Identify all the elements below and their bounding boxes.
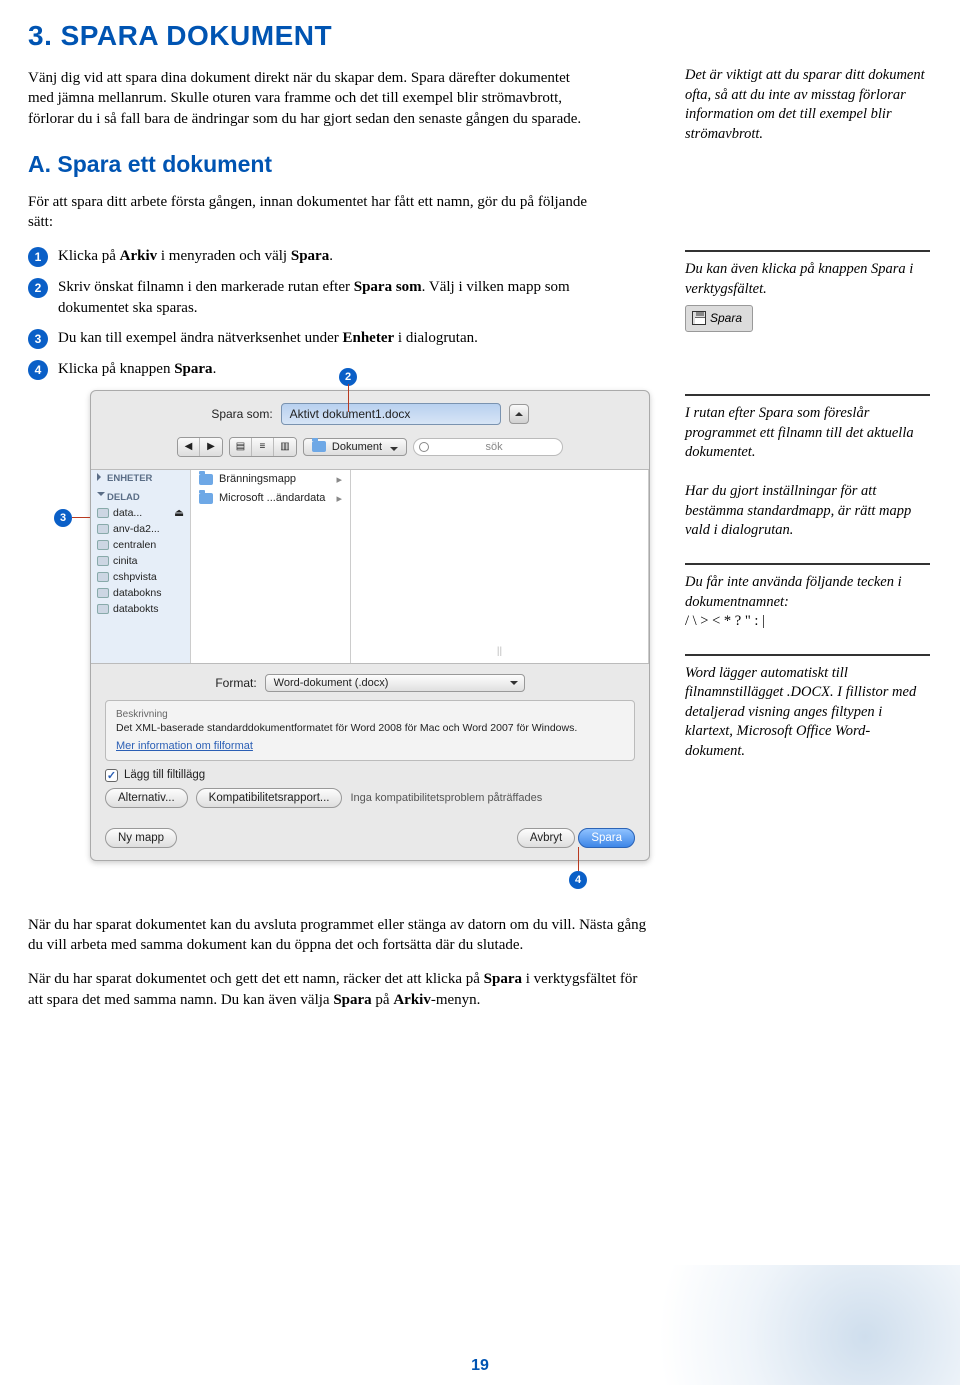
path-dropdown[interactable]: Dokument bbox=[303, 438, 407, 456]
collapse-button[interactable] bbox=[509, 404, 529, 424]
sidenote-filename: I rutan efter Spara som föreslår program… bbox=[685, 394, 930, 541]
devices-header[interactable]: ENHETER bbox=[107, 473, 152, 484]
cancel-button[interactable]: Avbryt bbox=[517, 828, 575, 848]
shared-header[interactable]: DELAD bbox=[107, 492, 140, 503]
save-icon bbox=[692, 311, 706, 325]
lead-text: För att spara ditt arbete första gången,… bbox=[28, 192, 588, 233]
file-browser: ENHETER DELAD data...⏏ anv-da2... centra… bbox=[91, 469, 649, 664]
intro-text: Vänj dig vid att spara dina dokument dir… bbox=[28, 68, 588, 129]
view-toggle[interactable]: ▤≡▥ bbox=[229, 437, 297, 457]
step-2: 2 Skriv önskat filnamn i den markerade r… bbox=[28, 277, 588, 318]
compat-button[interactable]: Kompatibilitetsrapport... bbox=[196, 788, 343, 808]
toolbar-save-example: Spara bbox=[685, 305, 753, 331]
step-3: 3 Du kan till exempel ändra nätverksenhe… bbox=[28, 328, 588, 349]
shared-item[interactable]: centralen bbox=[91, 537, 190, 553]
options-button[interactable]: Alternativ... bbox=[105, 788, 188, 808]
shared-item[interactable]: databokns bbox=[91, 585, 190, 601]
callout-4: 4 bbox=[569, 871, 587, 889]
step-number-1: 1 bbox=[28, 247, 48, 267]
add-extension-checkbox[interactable]: ✓Lägg till filtillägg bbox=[105, 769, 635, 782]
save-dialog: Spara som: Aktivt dokument1.docx ◀▶ ▤≡▥ … bbox=[90, 390, 650, 861]
format-label: Format: bbox=[215, 676, 256, 690]
step-1: 1 Klicka på Arkiv i menyraden och välj S… bbox=[28, 246, 588, 267]
save-button[interactable]: Spara bbox=[578, 828, 635, 848]
shared-item[interactable]: cinita bbox=[91, 553, 190, 569]
shared-item[interactable]: data...⏏ bbox=[91, 505, 190, 521]
sidenote-extension: Word lägger automatiskt till filnamnstil… bbox=[685, 654, 930, 762]
fileformat-link[interactable]: Mer information om filformat bbox=[116, 740, 253, 752]
sidenote-forbidden-chars: Du får inte använda följande tecken i do… bbox=[685, 563, 930, 632]
shared-item[interactable]: anv-da2... bbox=[91, 521, 190, 537]
after-text-2: När du har sparat dokumentet och gett de… bbox=[28, 969, 648, 1010]
page-number: 19 bbox=[0, 1357, 960, 1375]
sidenote-toolbar: Du kan även klicka på knappen Spara i ve… bbox=[685, 250, 930, 332]
new-folder-button[interactable]: Ny mapp bbox=[105, 828, 177, 848]
folder-item[interactable]: Microsoft ...ändardata▸ bbox=[191, 489, 350, 508]
after-text-1: När du har sparat dokumentet kan du avsl… bbox=[28, 915, 648, 956]
compat-status: Inga kompatibilitetsproblem påträffades bbox=[350, 792, 542, 804]
shared-item[interactable]: cshpvista bbox=[91, 569, 190, 585]
page-title: 3. SPARA DOKUMENT bbox=[28, 20, 661, 52]
folder-item[interactable]: Bränningsmapp▸ bbox=[191, 470, 350, 489]
sidenote-important: Det är viktigt att du sparar ditt dokume… bbox=[685, 64, 930, 144]
folder-icon bbox=[312, 441, 326, 452]
nav-back-forward[interactable]: ◀▶ bbox=[177, 437, 223, 457]
saveas-label: Spara som: bbox=[211, 407, 272, 421]
step-list: 1 Klicka på Arkiv i menyraden och välj S… bbox=[28, 246, 661, 380]
saveas-field[interactable]: Aktivt dokument1.docx bbox=[281, 403, 501, 425]
callout-3: 3 bbox=[54, 509, 72, 527]
description-box: Beskrivning Det XML-baserade standarddok… bbox=[105, 700, 635, 761]
step-4: 4 Klicka på knappen Spara. bbox=[28, 359, 588, 380]
shared-item[interactable]: databokts bbox=[91, 601, 190, 617]
step-number-3: 3 bbox=[28, 329, 48, 349]
subheading: A. Spara ett dokument bbox=[28, 151, 661, 178]
format-dropdown[interactable]: Word-dokument (.docx) bbox=[265, 674, 525, 692]
step-number-4: 4 bbox=[28, 360, 48, 380]
step-number-2: 2 bbox=[28, 278, 48, 298]
search-input[interactable]: sök bbox=[413, 438, 563, 456]
